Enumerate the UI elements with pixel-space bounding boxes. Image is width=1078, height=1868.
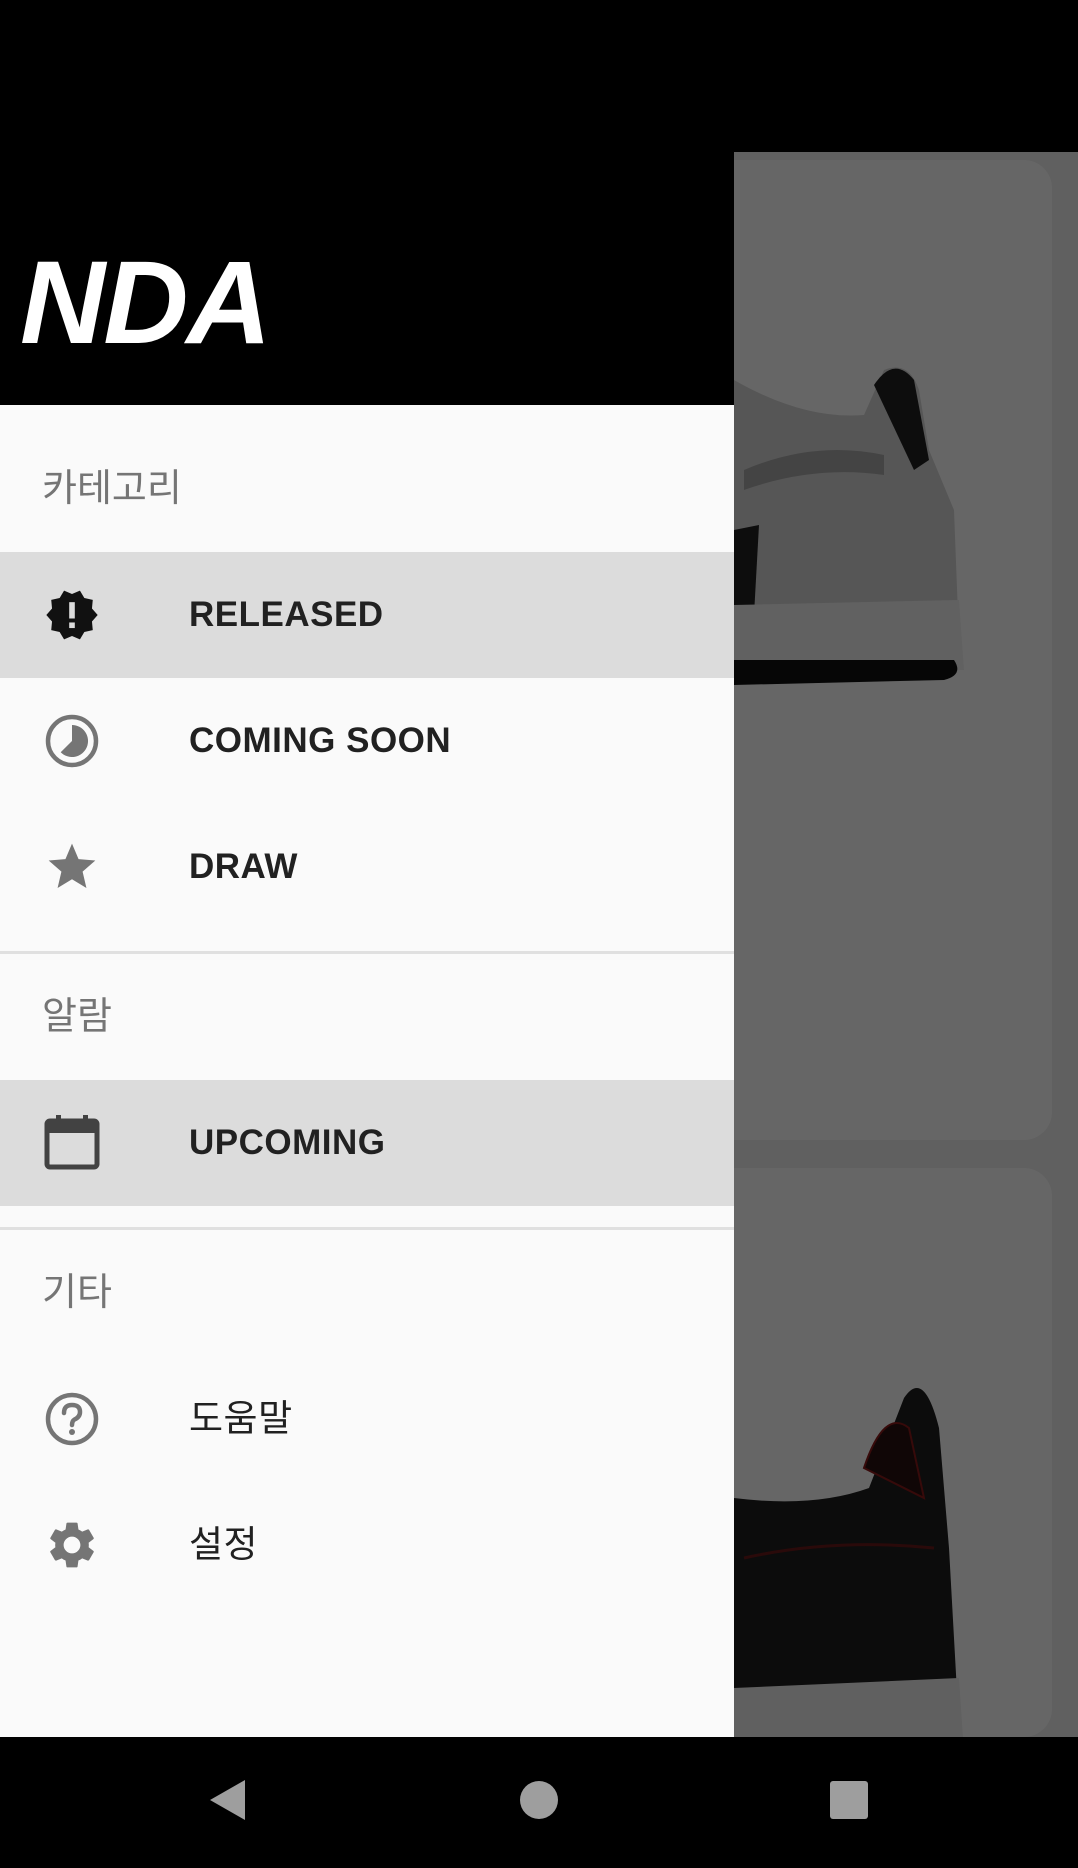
recents-icon — [830, 1781, 868, 1819]
calendar-icon — [44, 1115, 100, 1171]
drawer-item-label: 도움말 — [189, 1398, 293, 1439]
settings-icon — [44, 1517, 100, 1573]
system-navigation-bar — [0, 1737, 1078, 1863]
section-label-category: 카테고리 — [42, 468, 182, 510]
drawer-header: NDA — [0, 0, 734, 405]
drawer-item-label: UPCOMING — [189, 1123, 386, 1162]
home-button[interactable] — [499, 1737, 579, 1863]
clock-icon — [44, 713, 100, 769]
drawer-item-label: 설정 — [189, 1524, 259, 1565]
drawer-item-settings[interactable]: 설정 — [0, 1482, 734, 1608]
app-logo: NDA — [20, 237, 272, 369]
divider — [0, 1227, 734, 1230]
drawer-item-coming-soon[interactable]: COMING SOON — [0, 678, 734, 804]
drawer-item-upcoming[interactable]: UPCOMING — [0, 1080, 734, 1206]
drawer-item-released[interactable]: RELEASED — [0, 552, 734, 678]
drawer-item-label: RELEASED — [189, 595, 384, 634]
star-icon — [44, 839, 100, 895]
recents-button[interactable] — [809, 1737, 889, 1863]
drawer-item-label: COMING SOON — [189, 721, 452, 760]
divider — [0, 951, 734, 954]
help-icon — [44, 1391, 100, 1447]
section-label-etc: 기타 — [42, 1272, 112, 1314]
drawer-item-draw[interactable]: DRAW — [0, 804, 734, 930]
navigation-drawer: NDA 카테고리 RELEASED COMING SOON DRAW 알람 UP… — [0, 0, 734, 1737]
drawer-item-help[interactable]: 도움말 — [0, 1356, 734, 1482]
back-icon — [210, 1780, 245, 1820]
section-label-alarm: 알람 — [42, 996, 112, 1038]
drawer-item-label: DRAW — [189, 847, 298, 886]
back-button[interactable] — [190, 1737, 270, 1863]
new-releases-icon — [44, 587, 100, 643]
home-icon — [520, 1781, 558, 1819]
